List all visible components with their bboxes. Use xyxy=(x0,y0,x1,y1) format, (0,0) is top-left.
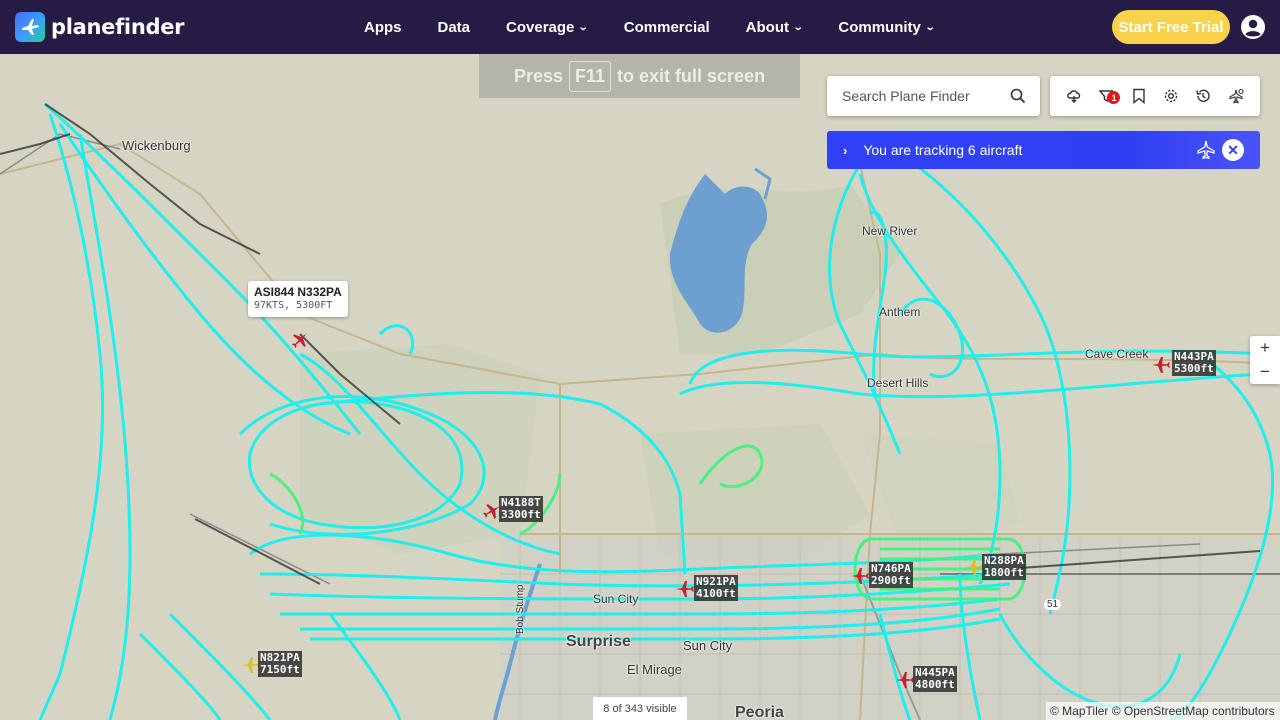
nav-commercial[interactable]: Commercial xyxy=(624,19,710,36)
place-label: Wickenburg xyxy=(122,138,191,153)
aircraft-marker-icon[interactable] xyxy=(1151,355,1171,375)
aircraft-label[interactable]: N821PA 7150ft xyxy=(258,651,302,677)
history-icon[interactable] xyxy=(1193,86,1213,106)
place-label: Anthem xyxy=(879,305,921,319)
close-tracking-button[interactable]: ✕ xyxy=(1222,139,1244,161)
logo-plane-icon xyxy=(15,12,45,42)
aircraft-label[interactable]: N443PA 5300ft xyxy=(1172,350,1216,376)
nav-community-label: Community xyxy=(838,18,921,36)
filter-count-badge: 1 xyxy=(1107,91,1121,104)
fullscreen-hint-text: to exit full screen xyxy=(617,65,766,86)
nav-community[interactable]: Community ⌄ xyxy=(838,18,936,36)
place-label: Cave Creek xyxy=(1085,347,1149,361)
aircraft-label[interactable]: N921PA 4100ft xyxy=(694,575,738,601)
aircraft-marker-icon[interactable] xyxy=(290,330,310,350)
aircraft-marker-icon[interactable] xyxy=(850,566,870,586)
aircraft-tools-icon[interactable] xyxy=(1226,86,1246,106)
tracking-bar[interactable]: › You are tracking 6 aircraft ✕ xyxy=(827,131,1260,169)
aircraft-marker-icon[interactable] xyxy=(895,670,915,690)
aircraft-marker-icon[interactable] xyxy=(964,557,984,577)
tracking-status: You are tracking 6 aircraft xyxy=(863,142,1023,158)
place-label: Sun City xyxy=(683,638,733,653)
aircraft-alt: 7150ft xyxy=(260,663,300,676)
plane-icon xyxy=(1197,140,1215,160)
aircraft-label[interactable]: N746PA 2900ft xyxy=(869,562,913,588)
planefinder-logo[interactable]: planefinder xyxy=(15,12,185,42)
close-icon: ✕ xyxy=(1227,141,1239,158)
chevron-down-icon: ⌄ xyxy=(792,21,804,33)
settings-icon[interactable] xyxy=(1161,86,1181,106)
aircraft-label[interactable]: N4188T 3300ft xyxy=(499,496,543,522)
fullscreen-hint-key: F11 xyxy=(568,60,612,92)
place-label: Desert Hills xyxy=(867,376,929,390)
road-label: Bob Stump xyxy=(515,584,526,634)
zoom-control: + − xyxy=(1250,336,1280,384)
nav-data[interactable]: Data xyxy=(438,19,471,36)
aircraft-label[interactable]: N445PA 4800ft xyxy=(913,666,957,692)
nav-about[interactable]: About ⌄ xyxy=(745,18,804,36)
bookmark-icon[interactable] xyxy=(1129,86,1149,106)
map-toolbar: 1 xyxy=(1050,76,1260,116)
search-input[interactable] xyxy=(842,88,1002,104)
nav-data-label: Data xyxy=(437,18,471,36)
nav-coverage-label: Coverage xyxy=(506,18,575,36)
nav-apps-label: Apps xyxy=(364,18,402,36)
nav-about-label: About xyxy=(745,18,789,36)
aircraft-marker-icon[interactable] xyxy=(675,579,695,599)
aircraft-label[interactable]: N288PA 1800ft xyxy=(982,554,1026,580)
map-attribution[interactable]: © MapTiler © OpenStreetMap contributors xyxy=(1046,702,1280,720)
nav-coverage[interactable]: Coverage ⌄ xyxy=(506,18,590,36)
user-account-icon[interactable] xyxy=(1241,15,1265,39)
chevron-down-icon: ⌄ xyxy=(578,21,590,33)
search-icon[interactable] xyxy=(1010,88,1026,104)
fullscreen-hint-text: Press xyxy=(513,65,563,86)
chevron-down-icon: ⌄ xyxy=(924,21,936,33)
aircraft-alt: 2900ft xyxy=(871,574,911,587)
main-nav: Apps Data Coverage ⌄ Commercial About ⌄ Co… xyxy=(364,0,970,54)
flight-map[interactable]: Wickenburg New River Anthem Desert Hills… xyxy=(0,54,1280,720)
nav-commercial-label: Commercial xyxy=(623,18,710,36)
popup-details: 97KTS, 5300FT xyxy=(254,300,333,311)
visible-aircraft-count: 8 of 343 visible xyxy=(593,697,687,720)
aircraft-popup[interactable]: ASI844 N332PA 97KTS, 5300FT xyxy=(248,281,348,317)
aircraft-alt: 3300ft xyxy=(501,508,541,521)
aircraft-alt: 5300ft xyxy=(1174,362,1214,375)
aircraft-alt: 4800ft xyxy=(915,678,955,691)
logo-text: planefinder xyxy=(51,15,185,39)
zoom-in-button[interactable]: + xyxy=(1250,336,1280,360)
place-label: Peoria xyxy=(735,704,784,720)
aircraft-alt: 4100ft xyxy=(696,587,736,600)
popup-callsign: ASI844 N332PA xyxy=(254,285,342,299)
chevron-right-icon[interactable]: › xyxy=(843,143,847,158)
filter-icon[interactable]: 1 xyxy=(1096,86,1121,106)
place-label: Sun City xyxy=(593,592,639,606)
search-box xyxy=(827,76,1040,116)
zoom-out-button[interactable]: − xyxy=(1250,360,1280,384)
place-label: Surprise xyxy=(566,633,631,650)
aircraft-alt: 1800ft xyxy=(984,566,1024,579)
place-label: New River xyxy=(862,224,918,238)
fullscreen-hint: Press F11 to exit full screen xyxy=(479,54,800,98)
place-label: El Mirage xyxy=(627,662,682,677)
top-navigation-bar: planefinder Apps Data Coverage ⌄ Commerci… xyxy=(0,0,1280,54)
start-free-trial-button[interactable]: Start Free Trial xyxy=(1112,10,1230,44)
weather-icon[interactable] xyxy=(1064,86,1084,106)
nav-apps[interactable]: Apps xyxy=(364,19,402,36)
highway-shield: 51 xyxy=(1044,599,1062,610)
